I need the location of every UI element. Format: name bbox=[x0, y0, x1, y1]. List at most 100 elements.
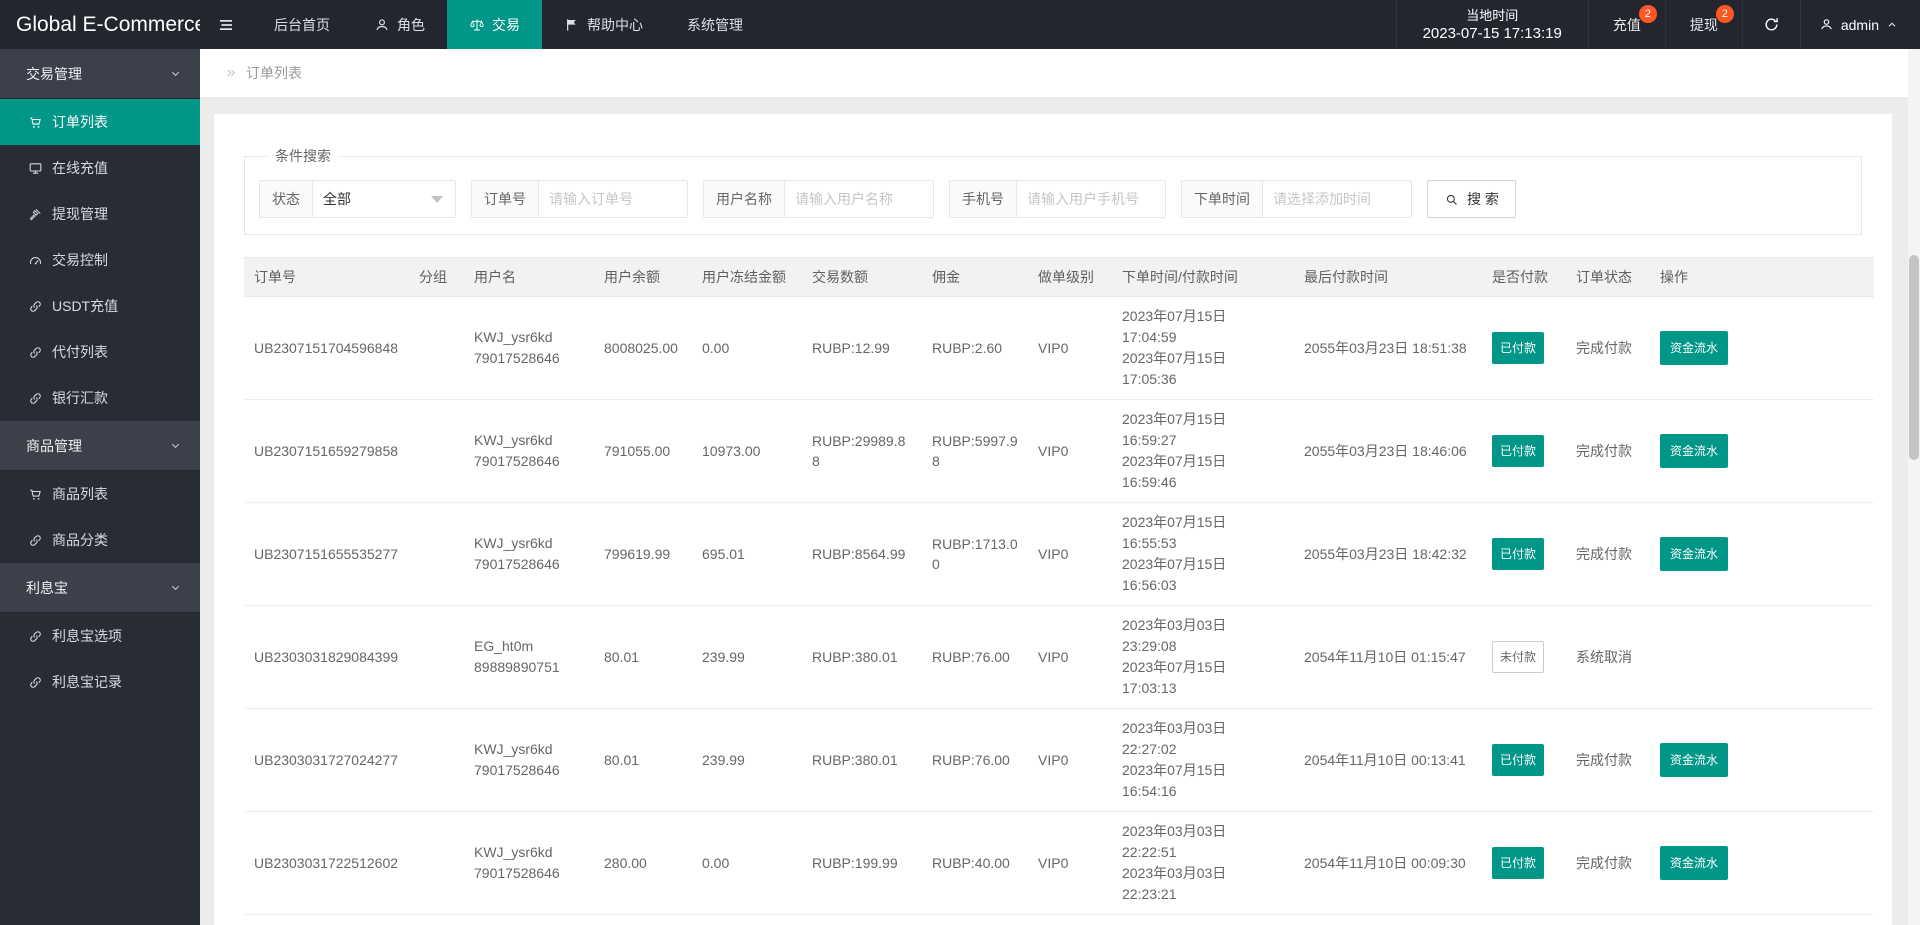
cell-order-pay-time: 2023年07月15日 16:55:53 2023年07月15日 16:56:0… bbox=[1112, 502, 1294, 606]
top-menu-item[interactable]: 角色 bbox=[352, 0, 447, 49]
cell-order-no: UB2303031722512602 bbox=[244, 811, 409, 915]
search-field-label: 下单时间 bbox=[1182, 181, 1263, 217]
screen-icon bbox=[28, 161, 43, 176]
pay-status-badge: 已付款 bbox=[1492, 744, 1545, 776]
sidebar-item[interactable]: 订单列表 bbox=[0, 99, 200, 145]
sidebar-item[interactable]: 商品列表 bbox=[0, 471, 200, 517]
search-input[interactable] bbox=[539, 191, 687, 207]
cell-order-pay-time: 2023年03月03日 22:27:02 2023年07月15日 16:54:1… bbox=[1112, 708, 1294, 812]
sidebar-item[interactable]: 在线充值 bbox=[0, 145, 200, 191]
flag-icon bbox=[564, 17, 580, 33]
chevron-down-icon bbox=[169, 439, 182, 452]
action-button[interactable]: 资金流水 bbox=[1660, 743, 1729, 777]
user-icon bbox=[1819, 17, 1834, 32]
cell-level: VIP2 bbox=[1028, 914, 1112, 925]
chevron-down-icon bbox=[169, 581, 182, 594]
top-menu-item[interactable]: 后台首页 bbox=[252, 0, 352, 49]
sidebar-item[interactable]: 商品分类 bbox=[0, 517, 200, 563]
action-button[interactable]: 资金流水 bbox=[1660, 434, 1729, 468]
sidebar-item-label: USDT充值 bbox=[52, 298, 119, 314]
sidebar-item[interactable]: 银行汇款 bbox=[0, 375, 200, 421]
cell-balance: 80.01 bbox=[594, 605, 692, 709]
sidebar-section-header[interactable]: 商品管理 bbox=[0, 421, 200, 471]
cell-group bbox=[409, 708, 464, 812]
table-row: UB2307151655535277 KWJ_ysr6kd 7901752864… bbox=[244, 502, 1874, 606]
link-icon bbox=[28, 629, 43, 644]
scrollbar-thumb[interactable] bbox=[1909, 255, 1919, 460]
cell-balance: 8008025.00 bbox=[594, 296, 692, 400]
cell-commission: RUBP:40.00 bbox=[922, 811, 1028, 915]
sidebar-section-title: 交易管理 bbox=[26, 65, 82, 82]
action-button[interactable]: 资金流水 bbox=[1660, 331, 1729, 365]
sidebar-section-header[interactable]: 利息宝 bbox=[0, 563, 200, 613]
sidebar-item-label: 代付列表 bbox=[52, 344, 108, 360]
local-time-value: 2023-07-15 17:13:19 bbox=[1422, 24, 1562, 42]
user-menu[interactable]: admin bbox=[1799, 0, 1920, 49]
search-select[interactable]: 状态 全部 bbox=[259, 180, 456, 218]
orders-table: 订单号 分组 用户名 用户余额 用户冻结金额 交易数额 佣金 做单级别 下单时间/付款时间 最后付… bbox=[244, 257, 1874, 925]
top-menu-item[interactable]: 帮助中心 bbox=[542, 0, 665, 49]
cell-user: KWJ_ysr6kd 79017528646 bbox=[464, 399, 594, 503]
action-button[interactable]: 资金流水 bbox=[1660, 537, 1729, 571]
cell-order-pay-time: 2023年03月03日 23:29:08 2023年07月15日 17:03:1… bbox=[1112, 605, 1294, 709]
cell-group bbox=[409, 296, 464, 400]
table-row: UB2303031722512602 KWJ_ysr6kd 7901752864… bbox=[244, 811, 1874, 915]
pay-status-badge: 已付款 bbox=[1492, 435, 1545, 467]
cell-order-status: 完成付款 bbox=[1566, 399, 1650, 503]
local-time-display: 当地时间 2023-07-15 17:13:19 bbox=[1395, 0, 1588, 49]
sidebar-item[interactable]: 交易控制 bbox=[0, 237, 200, 283]
search-button[interactable]: 搜 索 bbox=[1427, 180, 1516, 218]
cell-pay-status: 已付款 bbox=[1482, 296, 1566, 400]
action-button[interactable]: 资金流水 bbox=[1660, 846, 1729, 880]
search-icon bbox=[1444, 192, 1459, 207]
cell-frozen: 695.01 bbox=[692, 502, 802, 606]
search-input[interactable] bbox=[785, 191, 933, 207]
cell-level: VIP0 bbox=[1028, 811, 1112, 915]
sidebar-item[interactable]: 代付列表 bbox=[0, 329, 200, 375]
cell-group bbox=[409, 502, 464, 606]
search-input[interactable] bbox=[1263, 191, 1411, 207]
sidebar-item[interactable]: USDT充值 bbox=[0, 283, 200, 329]
top-menu-item-label: 系统管理 bbox=[687, 16, 743, 33]
top-menu-item[interactable]: 系统管理 bbox=[665, 0, 765, 49]
cell-actions bbox=[1650, 605, 1874, 709]
sidebar-item-label: 利息宝选项 bbox=[52, 628, 122, 644]
column-header: 下单时间/付款时间 bbox=[1112, 257, 1294, 297]
vertical-scrollbar[interactable] bbox=[1908, 49, 1920, 925]
cell-actions: 资金流水 bbox=[1650, 296, 1874, 400]
cell-order-status: 完成付款 bbox=[1566, 811, 1650, 915]
cell-actions: 资金流水 bbox=[1650, 502, 1874, 606]
cell-balance: 791055.00 bbox=[594, 399, 692, 503]
cell-order-status: 完成付款 bbox=[1566, 502, 1650, 606]
cell-actions: 资金流水 bbox=[1650, 399, 1874, 503]
cell-user: KWJ_ysr6kd 79017528646 bbox=[464, 502, 594, 606]
sidebar-item[interactable]: 利息宝选项 bbox=[0, 613, 200, 659]
column-header: 订单号 bbox=[244, 257, 409, 297]
cell-actions: 资金流水 bbox=[1650, 811, 1874, 915]
column-header: 佣金 bbox=[922, 257, 1028, 297]
cell-user: KWJ_ysr6kd 79017528646 bbox=[464, 811, 594, 915]
search-field: 用户名称 bbox=[703, 180, 934, 218]
cell-group bbox=[409, 605, 464, 709]
sidebar-section-header[interactable]: 交易管理 bbox=[0, 49, 200, 99]
withdraw-link[interactable]: 提现 2 bbox=[1664, 0, 1742, 49]
column-header: 用户冻结金额 bbox=[692, 257, 802, 297]
cell-order-status: 完成付款 bbox=[1566, 708, 1650, 812]
angles-right-icon bbox=[224, 66, 238, 80]
link-icon bbox=[28, 345, 43, 360]
sidebar-item-label: 在线充值 bbox=[52, 160, 108, 176]
cell-last-pay-time: 2055年03月23日 18:46:06 bbox=[1294, 399, 1482, 503]
search-input[interactable] bbox=[1017, 191, 1165, 207]
user-icon bbox=[374, 17, 390, 33]
search-field: 手机号 bbox=[949, 180, 1166, 218]
recharge-badge: 2 bbox=[1638, 5, 1657, 23]
hamburger-icon[interactable] bbox=[200, 0, 252, 49]
recharge-link[interactable]: 充值 2 bbox=[1587, 0, 1665, 49]
cell-commission: RUBP:76.00 bbox=[922, 708, 1028, 812]
cell-frozen: 10973.00 bbox=[692, 399, 802, 503]
top-menu-item[interactable]: 交易 bbox=[447, 0, 542, 49]
topbar: Global E-Commerce... 后台首页 角色 交易 帮助中心 系统管… bbox=[0, 0, 1920, 49]
sidebar-item[interactable]: 利息宝记录 bbox=[0, 659, 200, 705]
sidebar-item[interactable]: 提现管理 bbox=[0, 191, 200, 237]
refresh-icon[interactable] bbox=[1741, 0, 1800, 49]
